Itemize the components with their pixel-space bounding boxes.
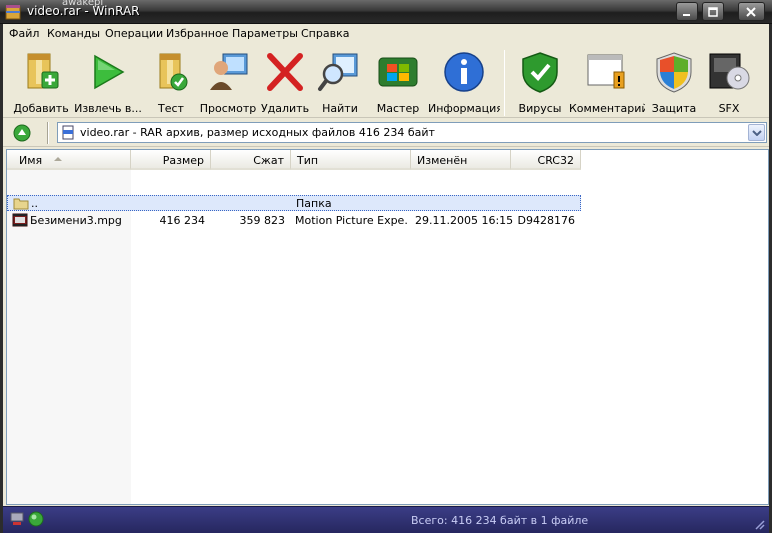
virus-shield-icon: [522, 52, 558, 93]
column-header-crc[interactable]: CRC32: [511, 150, 581, 170]
test-button[interactable]: Тест: [147, 46, 195, 116]
archive-file-icon: [62, 125, 74, 140]
toolbar-separator: [504, 50, 505, 116]
extract-to-label: Извлечь в...: [74, 102, 142, 115]
menu-help[interactable]: Справка: [301, 27, 349, 40]
row-type: Папка: [296, 197, 332, 210]
add-label: Добавить: [13, 102, 69, 115]
column-header-type[interactable]: Тип: [291, 150, 411, 170]
test-label: Тест: [158, 102, 184, 115]
status-text: Всего: 416 234 байт в 1 файле: [411, 514, 589, 527]
maximize-button[interactable]: [702, 2, 724, 21]
address-text: video.rar - RAR архив, размер исходных ф…: [80, 126, 435, 139]
resize-grip-icon[interactable]: [753, 518, 765, 530]
menu-operations[interactable]: Операции: [105, 27, 163, 40]
row-size: 416 234: [159, 214, 206, 227]
view-button[interactable]: Просмотр: [199, 46, 257, 116]
protect-label: Защита: [651, 102, 697, 115]
column-header-crc-label: CRC32: [537, 154, 574, 167]
row-name: ..: [31, 197, 38, 210]
address-dropdown-button[interactable]: [748, 124, 765, 141]
row-crc: D9428176: [517, 214, 575, 227]
add-button[interactable]: Добавить: [12, 46, 70, 116]
test-folder-icon: [159, 53, 188, 91]
view-label: Просмотр: [199, 102, 257, 115]
menu-file[interactable]: Файл: [9, 27, 39, 40]
column-header-packed-label: Сжат: [253, 154, 284, 167]
find-label: Найти: [322, 102, 358, 115]
parent-folder-icon: [13, 198, 29, 210]
view-icon: [210, 53, 248, 90]
virus-scan-button[interactable]: Вирусы: [513, 46, 567, 116]
row-modified: 29.11.2005 16:15: [415, 214, 514, 227]
delete-button[interactable]: Удалить: [259, 46, 311, 116]
sfx-icon: [709, 53, 750, 90]
find-button[interactable]: Найти: [316, 46, 364, 116]
minimize-button[interactable]: [676, 2, 698, 21]
protect-shield-icon: [656, 52, 692, 93]
sort-ascending-icon: [54, 157, 62, 161]
minimize-icon: [683, 14, 690, 16]
column-header-type-label: Тип: [297, 154, 319, 167]
protect-button[interactable]: Защита: [648, 46, 700, 116]
address-separator: [47, 122, 49, 144]
up-level-button[interactable]: [13, 124, 31, 142]
column-header-row: Имя Размер Сжат Тип Изменён CRC32: [7, 150, 581, 170]
column-header-name-label: Имя: [19, 154, 43, 167]
info-label: Информация: [428, 102, 500, 115]
column-header-modified-label: Изменён: [417, 154, 468, 167]
address-bar: video.rar - RAR архив, размер исходных ф…: [3, 119, 769, 147]
status-bar: Всего: 416 234 байт в 1 файле: [3, 506, 769, 533]
column-header-packed[interactable]: Сжат: [211, 150, 291, 170]
list-item-file[interactable]: Безимени3.mpg 416 234 359 823 Motion Pic…: [7, 213, 581, 229]
find-magnifier-icon: [318, 53, 358, 91]
comment-button[interactable]: Комментарий: [569, 46, 645, 116]
mpg-file-icon: [12, 213, 28, 227]
wizard-button[interactable]: Мастер: [371, 46, 425, 116]
delete-label: Удалить: [260, 102, 310, 115]
comment-icon: [587, 54, 625, 89]
winrar-window: Файл Команды Операции Избранное Параметр…: [0, 24, 772, 533]
comment-label: Комментарий: [569, 102, 645, 115]
sfx-button[interactable]: SFX: [703, 46, 755, 116]
close-button[interactable]: [738, 2, 765, 21]
winrar-app-icon: [5, 5, 21, 20]
address-field[interactable]: video.rar - RAR архив, размер исходных ф…: [57, 122, 767, 143]
extract-to-button[interactable]: Извлечь в...: [73, 46, 143, 116]
info-icon: [444, 52, 484, 92]
menu-bar: Файл Команды Операции Избранное Параметр…: [3, 24, 769, 44]
column-header-size-label: Размер: [162, 154, 204, 167]
sfx-label: SFX: [718, 102, 740, 115]
wizard-icon: [378, 57, 418, 87]
drive-icon[interactable]: [9, 511, 25, 527]
add-archive-icon: [27, 53, 59, 89]
wizard-label: Мастер: [376, 102, 420, 115]
menu-commands[interactable]: Команды: [47, 27, 100, 40]
delete-x-icon: [267, 53, 303, 91]
close-icon: [746, 7, 756, 17]
file-list[interactable]: Имя Размер Сжат Тип Изменён CRC32 .. Пап…: [6, 149, 769, 505]
row-packed: 359 823: [239, 214, 286, 227]
row-type: Motion Picture Expe...: [295, 214, 409, 227]
menu-favorites[interactable]: Избранное: [166, 27, 228, 40]
extract-arrow-icon: [94, 54, 125, 90]
column-header-size[interactable]: Размер: [131, 150, 211, 170]
maximize-icon: [708, 7, 718, 17]
menu-options[interactable]: Параметры: [232, 27, 298, 40]
row-name: Безимени3.mpg: [30, 214, 122, 227]
list-item-parent-folder[interactable]: .. Папка: [7, 195, 581, 211]
info-button[interactable]: Информация: [428, 46, 500, 116]
toolbar: Добавить Извлечь в... Тест Просмотр Удал…: [3, 44, 769, 118]
title-bar[interactable]: awakepl video.rar - WinRAR: [0, 0, 772, 24]
chevron-down-icon: [752, 130, 762, 136]
virus-scan-label: Вирусы: [518, 102, 562, 115]
status-ok-icon[interactable]: [28, 511, 44, 527]
window-title: video.rar - WinRAR: [27, 4, 140, 18]
column-header-modified[interactable]: Изменён: [411, 150, 511, 170]
column-header-name[interactable]: Имя: [7, 150, 131, 170]
